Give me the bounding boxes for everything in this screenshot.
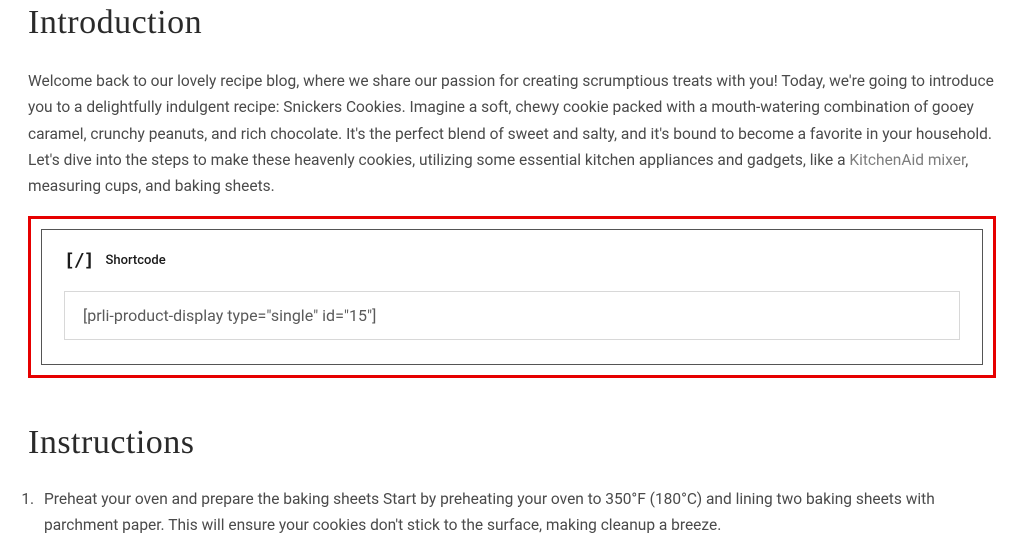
shortcode-block-label: Shortcode: [106, 253, 166, 268]
shortcode-block: [/] Shortcode: [41, 229, 983, 365]
list-item: Preheat your oven and prepare the baking…: [38, 486, 996, 539]
introduction-paragraph: Welcome back to our lovely recipe blog, …: [28, 68, 996, 200]
shortcode-input[interactable]: [83, 306, 941, 325]
kitchenaid-mixer-link[interactable]: KitchenAid mixer: [849, 151, 965, 169]
shortcode-input-wrapper: [64, 291, 960, 340]
introduction-heading: Introduction: [28, 4, 996, 42]
instructions-heading: Instructions: [28, 424, 996, 462]
shortcode-icon: [/]: [64, 250, 94, 271]
shortcode-block-header: [/] Shortcode: [64, 250, 960, 271]
highlighted-annotation-box: [/] Shortcode: [28, 216, 996, 378]
instructions-list: Preheat your oven and prepare the baking…: [18, 486, 996, 539]
